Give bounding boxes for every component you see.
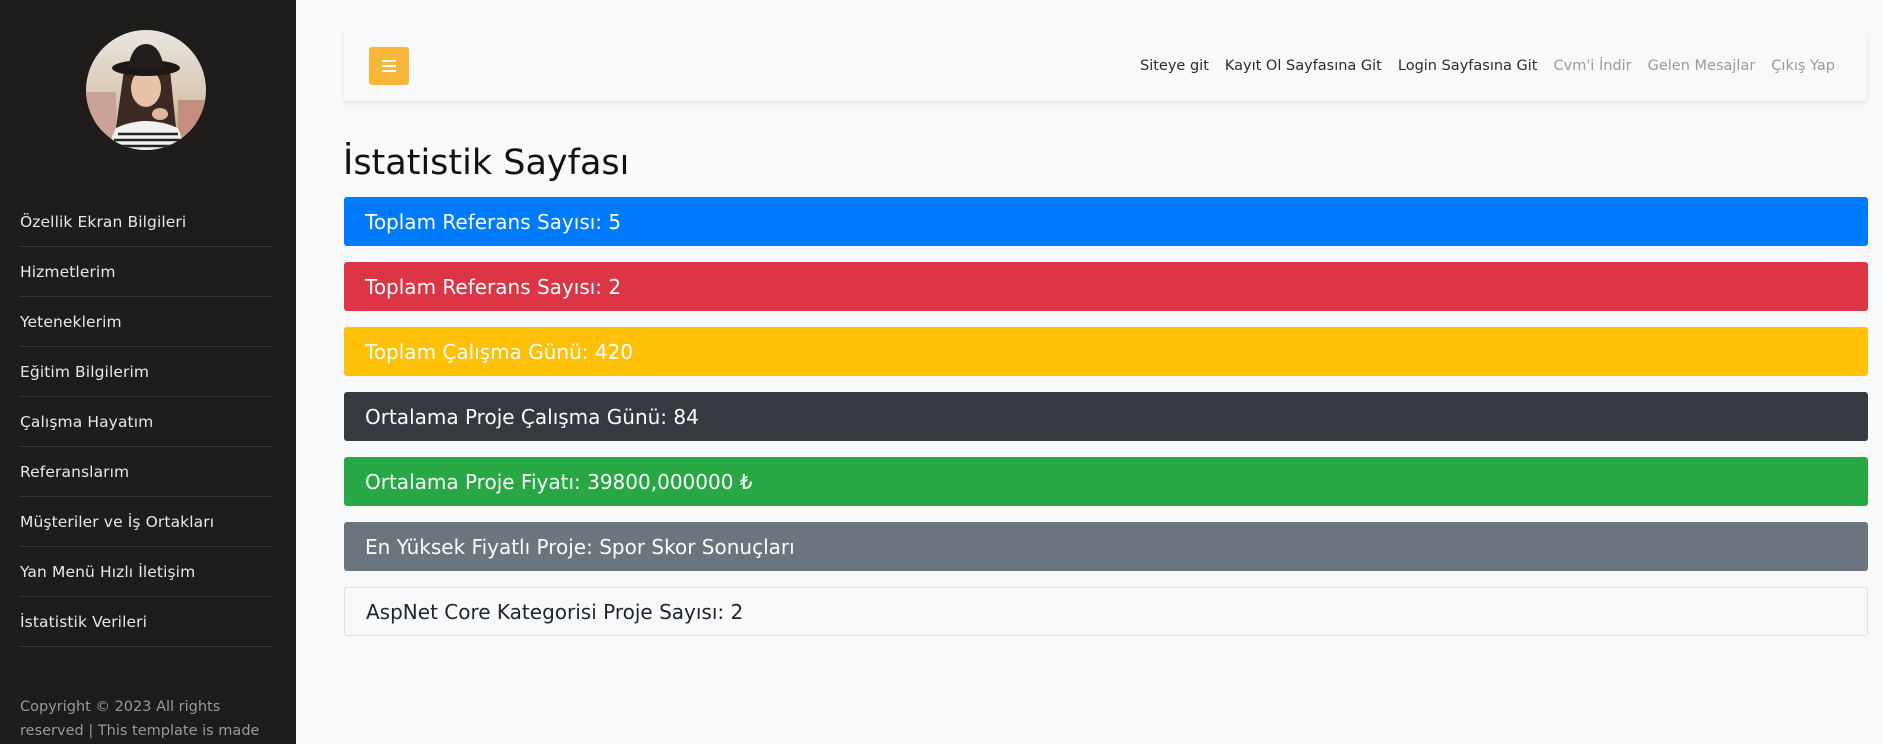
stat-en-yuksek-fiyatli-proje: En Yüksek Fiyatlı Proje: Spor Skor Sonuç…	[344, 522, 1868, 571]
avatar	[86, 30, 206, 150]
sidebar-item-label[interactable]: Hizmetlerim	[20, 263, 116, 281]
nav-link-gelen-mesajlar[interactable]: Gelen Mesajlar	[1648, 58, 1756, 74]
sidebar: Özellik Ekran Bilgileri Hizmetlerim Yete…	[0, 0, 296, 744]
sidebar-item-label[interactable]: Özellik Ekran Bilgileri	[20, 213, 186, 231]
page-title: İstatistik Sayfası	[343, 143, 630, 183]
sidebar-item-label[interactable]: Yan Menü Hızlı İletişim	[20, 563, 195, 581]
sidebar-item-yeteneklerim[interactable]: Yeteneklerim	[20, 297, 272, 347]
sidebar-item-label[interactable]: Müşteriler ve İş Ortakları	[20, 513, 214, 531]
sidebar-item-ozellik-ekran[interactable]: Özellik Ekran Bilgileri	[20, 197, 272, 247]
stat-toplam-referans-2: Toplam Referans Sayısı: 2	[344, 262, 1868, 311]
stat-toplam-referans-5: Toplam Referans Sayısı: 5	[344, 197, 1868, 246]
nav-link-cv-indir[interactable]: Cvm'i İndir	[1553, 58, 1631, 74]
sidebar-item-musteriler[interactable]: Müşteriler ve İş Ortakları	[20, 497, 272, 547]
copyright-text: Copyright © 2023 All rights reserved | T…	[20, 699, 260, 739]
sidebar-item-label[interactable]: Çalışma Hayatım	[20, 413, 153, 431]
nav-link-cikis-yap[interactable]: Çıkış Yap	[1771, 58, 1835, 74]
sidebar-toggle-button[interactable]	[369, 47, 409, 85]
stat-aspnet-core-proje-sayisi: AspNet Core Kategorisi Proje Sayısı: 2	[344, 587, 1868, 636]
nav-link-kayit-ol[interactable]: Kayıt Ol Sayfasına Git	[1225, 58, 1382, 74]
sidebar-item-label[interactable]: İstatistik Verileri	[20, 613, 147, 631]
nav-link-login[interactable]: Login Sayfasına Git	[1398, 58, 1538, 74]
sidebar-item-referanslarim[interactable]: Referanslarım	[20, 447, 272, 497]
top-navbar: Siteye git Kayıt Ol Sayfasına Git Login …	[344, 31, 1867, 101]
sidebar-menu: Özellik Ekran Bilgileri Hizmetlerim Yete…	[20, 197, 272, 647]
stat-ortalama-proje-fiyati: Ortalama Proje Fiyatı: 39800,000000 ₺	[344, 457, 1868, 506]
sidebar-item-hizmetlerim[interactable]: Hizmetlerim	[20, 247, 272, 297]
sidebar-item-label[interactable]: Yeteneklerim	[20, 313, 122, 331]
hamburger-icon	[382, 60, 396, 72]
nav-links: Siteye git Kayıt Ol Sayfasına Git Login …	[1140, 31, 1835, 101]
sidebar-item-istatistik[interactable]: İstatistik Verileri	[20, 597, 272, 647]
stat-toplam-calisma-gunu: Toplam Çalışma Günü: 420	[344, 327, 1868, 376]
sidebar-item-calisma-hayatim[interactable]: Çalışma Hayatım	[20, 397, 272, 447]
sidebar-item-yan-menu-iletisim[interactable]: Yan Menü Hızlı İletişim	[20, 547, 272, 597]
sidebar-item-label[interactable]: Eğitim Bilgilerim	[20, 363, 149, 381]
nav-link-siteye-git[interactable]: Siteye git	[1140, 58, 1209, 74]
sidebar-item-egitim[interactable]: Eğitim Bilgilerim	[20, 347, 272, 397]
sidebar-item-label[interactable]: Referanslarım	[20, 463, 129, 481]
stat-ortalama-calisma-gunu: Ortalama Proje Çalışma Günü: 84	[344, 392, 1868, 441]
